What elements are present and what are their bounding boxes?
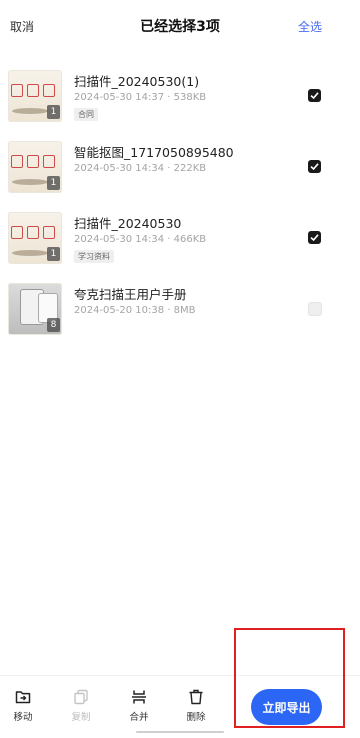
file-name: 夸克扫描王用户手册: [74, 287, 187, 302]
seal-document-thumbnail: 1: [8, 141, 62, 193]
checkmark-icon: [310, 92, 319, 100]
delete-button[interactable]: 删除: [181, 689, 211, 723]
checkbox-checked[interactable]: [308, 160, 321, 173]
page-count-badge: 1: [47, 247, 60, 261]
file-list: 1 扫描件_20240530(1) 2024-05-30 14:37 · 538…: [0, 62, 360, 346]
copy-button[interactable]: 复制: [66, 689, 96, 723]
file-name: 扫描件_20240530: [74, 216, 182, 231]
file-name: 扫描件_20240530(1): [74, 74, 200, 89]
file-meta: 2024-05-30 14:34 · 222KB: [74, 163, 207, 174]
page-count-badge: 8: [47, 318, 60, 332]
move-button[interactable]: 移动: [8, 689, 38, 723]
file-meta: 2024-05-30 14:34 · 466KB: [74, 234, 207, 245]
delete-label: 删除: [186, 712, 206, 723]
checkmark-icon: [310, 234, 319, 242]
merge-button[interactable]: 合并: [124, 689, 154, 723]
file-row[interactable]: 1 智能抠图_1717050895480 2024-05-30 14:34 · …: [0, 133, 360, 204]
file-row[interactable]: 1 扫描件_20240530(1) 2024-05-30 14:37 · 538…: [0, 62, 360, 133]
move-label: 移动: [13, 712, 33, 723]
file-name: 智能抠图_1717050895480: [74, 145, 234, 160]
checkbox-checked[interactable]: [308, 231, 321, 244]
file-tag: 合同: [74, 108, 98, 121]
top-bar: 取消 已经选择3项 全选: [0, 0, 360, 52]
phone-manual-thumbnail: 8: [8, 283, 62, 335]
export-now-button[interactable]: 立即导出: [251, 689, 322, 725]
copy-icon: [74, 689, 88, 705]
file-row[interactable]: 8 夸克扫描王用户手册 2024-05-20 10:38 · 8MB: [0, 275, 360, 346]
checkbox-unchecked[interactable]: [308, 302, 322, 316]
seal-document-thumbnail: 1: [8, 212, 62, 264]
file-meta: 2024-05-20 10:38 · 8MB: [74, 305, 196, 316]
file-tag: 学习资料: [74, 250, 114, 263]
copy-label: 复制: [71, 712, 91, 723]
file-row[interactable]: 1 扫描件_20240530 2024-05-30 14:34 · 466KB …: [0, 204, 360, 275]
select-all-button[interactable]: 全选: [298, 18, 322, 35]
merge-label: 合并: [129, 712, 149, 723]
page-count-badge: 1: [47, 105, 60, 119]
checkbox-checked[interactable]: [308, 89, 321, 102]
trash-icon: [189, 689, 203, 705]
folder-move-icon: [15, 691, 31, 704]
home-indicator: [136, 731, 224, 733]
merge-icon: [132, 690, 146, 704]
seal-document-thumbnail: 1: [8, 70, 62, 122]
file-meta: 2024-05-30 14:37 · 538KB: [74, 92, 207, 103]
page-count-badge: 1: [47, 176, 60, 190]
checkmark-icon: [310, 163, 319, 171]
